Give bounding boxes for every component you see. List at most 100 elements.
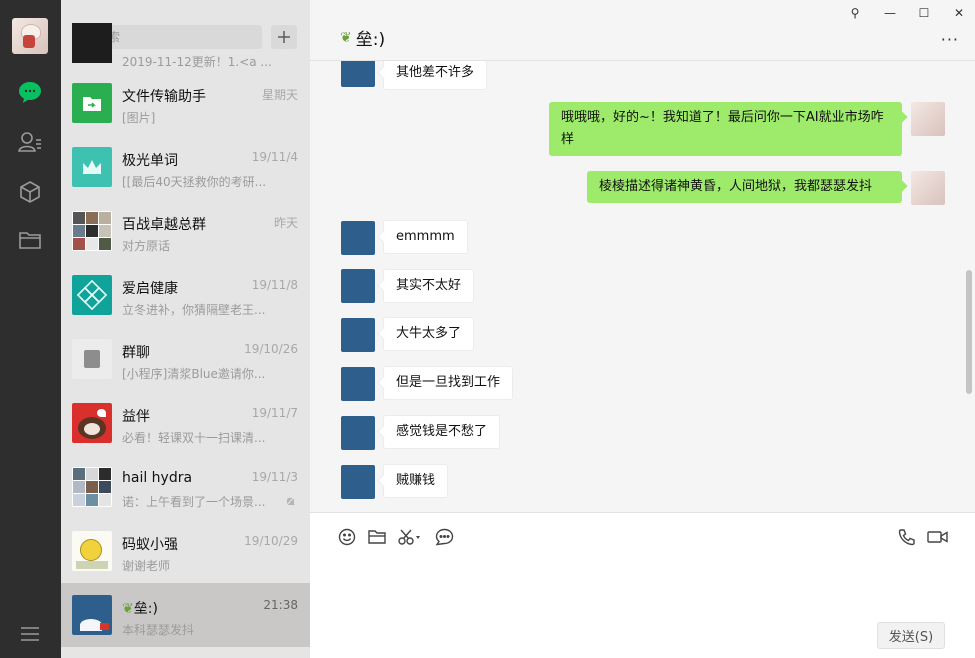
video-icon [927,531,948,543]
voice-call-button[interactable] [898,527,916,547]
contact-avatar [341,61,375,87]
aiqi-avatar [72,275,112,315]
chat-item[interactable]: 百战卓越总群 昨天 对方原话 [61,199,310,263]
search-input[interactable] [96,30,256,44]
folder-icon [368,530,386,544]
chat-name: hail hydra [122,470,193,486]
chat-name: 群聊 [122,345,150,361]
chat-item[interactable]: 文件传输助手 星期天 [图片] [61,71,310,135]
chat-preview: 必看！轻课双十一扫课清... [122,431,266,445]
message-bubble[interactable]: 其他差不许多 [383,61,488,90]
menu-icon[interactable] [16,620,44,648]
message-bubble[interactable]: emmmm [383,220,468,254]
chat-item[interactable]: 码蚁小强 19/10/29 谢谢老师 [61,519,310,583]
user-avatar [911,171,945,205]
emoji-button[interactable] [338,527,356,547]
contact-avatar [341,269,375,303]
pin-icon: ⚲ [850,6,860,20]
user-avatar [911,102,945,136]
chat-title: ❦ 垒:) [340,25,386,51]
chat-preview: 谢谢老师 [122,559,171,573]
contact-avatar [341,465,375,499]
chat-title-text: 垒:) [355,30,386,50]
chat-time: 19/11/4 [251,150,298,164]
more-options-button[interactable]: ··· [941,30,959,49]
chat-preview: 本科瑟瑟发抖 [122,623,195,637]
video-call-button[interactable] [927,527,949,547]
chat-avatar [72,23,112,63]
chat-preview: [小程序]清浆Blue邀请你... [122,367,266,381]
chat-time: 星期天 [261,88,298,102]
chat-name: 极光单词 [122,153,178,169]
leaf-icon: ❦ [122,601,134,617]
chat-icon[interactable] [16,78,44,106]
message-scrollbar[interactable] [966,270,972,394]
scissors-icon [398,529,420,545]
chat-preview: 2019-11-12更新！1.<a ... [122,55,272,69]
contact-avatar [341,221,375,255]
maximize-button[interactable]: ☐ [912,4,936,22]
folder-icon[interactable] [16,226,44,254]
chat-name: 码蚁小强 [122,537,178,553]
composer[interactable]: 发送(S) [310,513,975,658]
chat-time: 19/11/8 [251,278,298,292]
chat-item-active[interactable]: ❦垒:) 21:38 本科瑟瑟发抖 [61,583,310,647]
cube-icon[interactable] [16,178,44,206]
chat-window: ⚲ — ☐ ✕ ❦ 垒:) ··· 其他差不许多 哦哦哦，好的~！我知道了！最后… [310,0,975,658]
message-bubble[interactable]: 贼赚钱 [383,464,449,498]
chat-bubble-icon [435,528,454,546]
contacts-icon[interactable] [16,128,44,156]
minimize-button[interactable]: — [878,4,902,22]
group-avatar [72,211,112,251]
jiguang-avatar [72,147,112,187]
contact-avatar [72,595,112,635]
message-list[interactable]: 其他差不许多 哦哦哦，好的~！我知道了！最后问你一下AI就业市场咋样 棱棱描述得… [310,61,975,512]
contact-avatar [341,318,375,352]
chat-list-panel: 2019-11-12更新！1.<a ... 文件传输助手 星期天 [图片] 极光… [61,0,310,658]
chat-time: 21:38 [263,598,298,612]
chat-item[interactable]: 爱启健康 19/11/8 立冬进补，你猜隔壁老王... [61,263,310,327]
chat-item[interactable]: 益伴 19/11/7 必看！轻课双十一扫课清... [61,391,310,455]
message-bubble[interactable]: 哦哦哦，好的~！我知道了！最后问你一下AI就业市场咋样 [549,102,902,156]
chat-time: 19/11/7 [251,406,298,420]
emoji-icon [338,528,356,546]
pin-button[interactable]: ⚲ [843,4,867,22]
close-button[interactable]: ✕ [947,4,971,22]
chat-time: 19/10/26 [244,342,298,356]
contact-avatar [341,416,375,450]
add-chat-button[interactable] [271,25,297,49]
screenshot-button[interactable] [398,527,422,547]
crown-icon [83,160,101,174]
chat-preview: [[最后40天拯救你的考研... [122,175,267,189]
message-bubble[interactable]: 其实不太好 [383,269,475,303]
chat-name: 爱启健康 [122,281,178,297]
message-bubble[interactable]: 棱棱描述得诸神黄昏，人间地狱，我都瑟瑟发抖 [587,171,902,203]
chat-time: 19/10/29 [244,534,298,548]
send-button[interactable]: 发送(S) [877,622,945,649]
chat-history-button[interactable] [435,527,454,547]
chat-item[interactable]: hail hydra 19/11/3 诺：上午看到了一个场景... [61,455,310,519]
message-bubble[interactable]: 但是一旦找到工作 [383,366,514,400]
chat-item[interactable]: 群聊 19/10/26 [小程序]清浆Blue邀请你... [61,327,310,391]
chat-name: ❦垒:) [122,601,158,617]
chat-preview: [图片] [122,111,156,125]
leaf-icon: ❦ [340,29,352,46]
phone-icon [898,529,915,546]
message-bubble[interactable]: 感觉钱是不愁了 [383,415,501,449]
mute-bell-icon [285,495,296,507]
chat-item[interactable]: 2019-11-12更新！1.<a ... [61,23,310,71]
chat-time: 昨天 [273,216,298,230]
message-bubble[interactable]: 大牛太多了 [383,317,475,351]
chat-time: 19/11/3 [251,470,298,484]
send-file-button[interactable] [368,527,386,547]
chat-preview: 立冬进补，你猜隔壁老王... [122,303,266,317]
diamond-logo-icon [77,280,107,310]
nav-rail [0,0,61,658]
group-avatar [72,467,112,507]
close-icon: ✕ [953,6,965,20]
user-avatar[interactable] [12,18,48,54]
chat-item[interactable]: 极光单词 19/11/4 [[最后40天拯救你的考研... [61,135,310,199]
mayi-avatar [72,531,112,571]
chat-name: 文件传输助手 [122,89,206,105]
yiban-avatar [72,403,112,443]
